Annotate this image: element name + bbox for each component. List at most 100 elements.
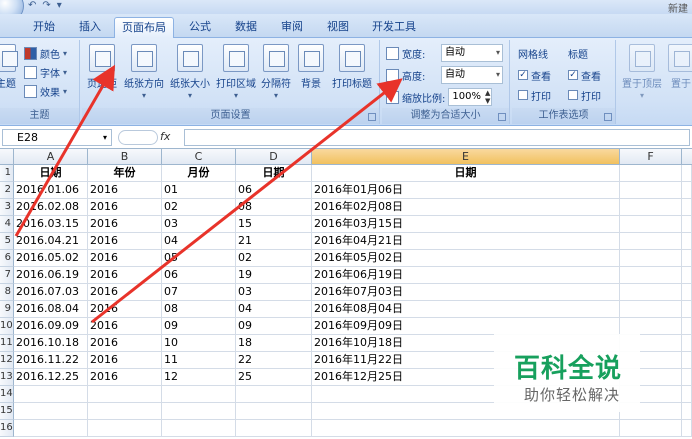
send-to-back-button[interactable]: 置于 — [666, 44, 692, 104]
empty-cell[interactable] — [620, 233, 682, 250]
row-header[interactable]: 7 — [0, 267, 14, 284]
table-cell[interactable]: 09 — [162, 318, 236, 335]
empty-cell[interactable] — [620, 250, 682, 267]
table-cell[interactable]: 2016年06月19日 — [312, 267, 620, 284]
table-cell[interactable]: 2016 — [88, 216, 162, 233]
redo-icon[interactable]: ↷ — [42, 0, 50, 14]
table-cell[interactable]: 2016年08月04日 — [312, 301, 620, 318]
table-cell[interactable]: 04 — [162, 233, 236, 250]
table-cell[interactable]: 2016 — [88, 284, 162, 301]
table-cell[interactable]: 03 — [162, 216, 236, 233]
table-cell[interactable]: 2016.07.03 — [14, 284, 88, 301]
formula-input[interactable] — [184, 129, 690, 146]
table-cell[interactable]: 2016.04.21 — [14, 233, 88, 250]
empty-cell[interactable] — [88, 403, 162, 420]
table-cell[interactable]: 18 — [236, 335, 312, 352]
margins-button[interactable]: 页边距 — [84, 44, 120, 104]
page-setup-launcher-icon[interactable] — [368, 113, 376, 121]
empty-cell[interactable] — [162, 386, 236, 403]
empty-cell[interactable] — [88, 420, 162, 437]
empty-cell[interactable] — [682, 318, 692, 335]
table-cell[interactable]: 2016年04月21日 — [312, 233, 620, 250]
name-box[interactable]: E28 ▾ — [2, 129, 112, 146]
empty-cell[interactable] — [620, 216, 682, 233]
print-area-button[interactable]: 打印区域 ▾ — [214, 44, 258, 104]
column-header-a[interactable]: A — [14, 149, 88, 165]
table-cell[interactable]: 15 — [236, 216, 312, 233]
empty-cell[interactable] — [162, 420, 236, 437]
breaks-button[interactable]: 分隔符 ▾ — [258, 44, 294, 104]
table-header-cell[interactable]: 月份 — [162, 165, 236, 182]
table-cell[interactable]: 2016.11.22 — [14, 352, 88, 369]
background-button[interactable]: 背景 — [296, 44, 326, 104]
scale-launcher-icon[interactable] — [498, 113, 506, 121]
themes-button[interactable]: 主题 — [0, 44, 18, 104]
row-header[interactable]: 5 — [0, 233, 14, 250]
table-cell[interactable]: 10 — [162, 335, 236, 352]
bring-to-front-button[interactable]: 置于顶层 ▾ — [622, 44, 662, 104]
table-cell[interactable]: 2016 — [88, 250, 162, 267]
empty-cell[interactable] — [236, 386, 312, 403]
table-cell[interactable]: 2016 — [88, 352, 162, 369]
table-cell[interactable]: 02 — [162, 199, 236, 216]
scale-stepper[interactable]: 100% ▲ ▼ — [448, 88, 493, 106]
headings-view-checkbox[interactable]: ✓ 查看 — [568, 66, 601, 84]
column-header-e[interactable]: E — [312, 149, 620, 165]
tab-formulas[interactable]: 公式 — [178, 17, 222, 38]
row-header[interactable]: 11 — [0, 335, 14, 352]
gridlines-view-checkbox[interactable]: ✓ 查看 — [518, 66, 551, 84]
table-cell[interactable]: 2016年01月06日 — [312, 182, 620, 199]
empty-cell[interactable] — [312, 420, 620, 437]
empty-cell[interactable] — [14, 420, 88, 437]
table-cell[interactable]: 11 — [162, 352, 236, 369]
table-cell[interactable]: 2016 — [88, 318, 162, 335]
row-header[interactable]: 4 — [0, 216, 14, 233]
empty-cell[interactable] — [682, 369, 692, 386]
tab-home[interactable]: 开始 — [22, 17, 66, 38]
table-header-cell[interactable]: 日期 — [236, 165, 312, 182]
empty-cell[interactable] — [682, 199, 692, 216]
empty-cell[interactable] — [682, 284, 692, 301]
table-cell[interactable]: 08 — [236, 199, 312, 216]
row-header[interactable]: 2 — [0, 182, 14, 199]
table-cell[interactable]: 08 — [162, 301, 236, 318]
row-header[interactable]: 6 — [0, 250, 14, 267]
empty-cell[interactable] — [682, 267, 692, 284]
column-header-g[interactable] — [682, 149, 692, 165]
empty-cell[interactable] — [682, 403, 692, 420]
table-cell[interactable]: 2016 — [88, 182, 162, 199]
table-cell[interactable]: 2016.06.19 — [14, 267, 88, 284]
empty-cell[interactable] — [620, 284, 682, 301]
insert-function-icon[interactable]: fx — [160, 130, 170, 143]
table-cell[interactable]: 2016.05.02 — [14, 250, 88, 267]
table-cell[interactable]: 2016.03.15 — [14, 216, 88, 233]
table-cell[interactable]: 2016年02月08日 — [312, 199, 620, 216]
row-header[interactable]: 12 — [0, 352, 14, 369]
table-cell[interactable]: 2016 — [88, 301, 162, 318]
table-cell[interactable]: 04 — [236, 301, 312, 318]
empty-cell[interactable] — [682, 352, 692, 369]
empty-cell[interactable] — [236, 403, 312, 420]
table-cell[interactable]: 22 — [236, 352, 312, 369]
empty-cell[interactable] — [620, 318, 682, 335]
column-header-c[interactable]: C — [162, 149, 236, 165]
column-header-f[interactable]: F — [620, 149, 682, 165]
table-cell[interactable]: 2016 — [88, 267, 162, 284]
table-cell[interactable]: 2016年05月02日 — [312, 250, 620, 267]
table-cell[interactable]: 2016 — [88, 199, 162, 216]
table-cell[interactable]: 01 — [162, 182, 236, 199]
table-cell[interactable]: 09 — [236, 318, 312, 335]
table-cell[interactable]: 2016 — [88, 233, 162, 250]
table-cell[interactable]: 2016.08.04 — [14, 301, 88, 318]
empty-cell[interactable] — [620, 182, 682, 199]
print-titles-button[interactable]: 打印标题 — [328, 44, 376, 104]
empty-cell[interactable] — [620, 165, 682, 182]
height-select[interactable]: 自动 ▾ — [441, 66, 503, 84]
table-cell[interactable]: 2016年03月15日 — [312, 216, 620, 233]
table-cell[interactable]: 12 — [162, 369, 236, 386]
tab-data[interactable]: 数据 — [224, 17, 268, 38]
empty-cell[interactable] — [682, 250, 692, 267]
formula-bar-expand[interactable] — [118, 130, 158, 145]
table-cell[interactable]: 21 — [236, 233, 312, 250]
tab-developer[interactable]: 开发工具 — [364, 17, 424, 38]
